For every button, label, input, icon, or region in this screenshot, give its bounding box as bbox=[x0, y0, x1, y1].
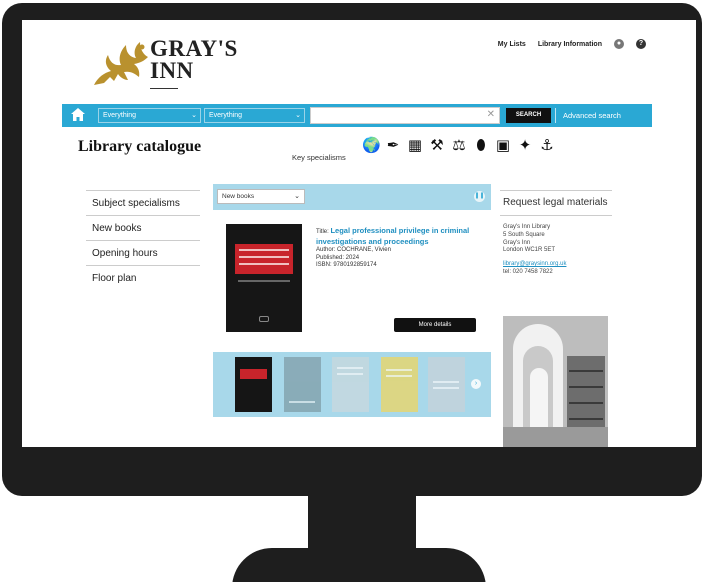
book-info: Title: Legal professional privilege in c… bbox=[316, 226, 486, 270]
book-author: Author: COCHRANE, Vivien bbox=[316, 247, 391, 253]
logo-title-line1: GRAY'S bbox=[150, 36, 238, 61]
right-column: Request legal materials Gray's Inn Libra… bbox=[500, 190, 612, 277]
help-icon[interactable]: ? bbox=[636, 39, 646, 49]
book-isbn: ISBN: 9780192859174 bbox=[316, 262, 377, 268]
browser-screen: GRAY'S INN My Lists Library Information … bbox=[22, 20, 696, 447]
type-select-value: Everything bbox=[209, 112, 243, 119]
library-information-link[interactable]: Library Information bbox=[538, 41, 602, 48]
monitor-frame: GRAY'S INN My Lists Library Information … bbox=[2, 3, 702, 496]
carousel-thumb[interactable] bbox=[428, 357, 465, 412]
my-lists-link[interactable]: My Lists bbox=[498, 41, 526, 48]
chevron-down-icon: ⌄ bbox=[191, 112, 197, 119]
monitor-stand-neck bbox=[308, 494, 416, 550]
nav-item-new-books[interactable]: New books bbox=[86, 216, 200, 241]
book-published: Published: 2024 bbox=[316, 254, 360, 261]
pause-icon[interactable]: ❚❚ bbox=[474, 191, 485, 202]
address-line: 5 South Square bbox=[503, 231, 545, 238]
carousel-thumb[interactable] bbox=[381, 357, 418, 412]
chevron-down-icon: ⌄ bbox=[294, 193, 300, 200]
nav-item-floor-plan[interactable]: Floor plan bbox=[86, 266, 200, 291]
advanced-search-link[interactable]: Advanced search bbox=[555, 108, 621, 123]
cover-subtitle bbox=[238, 280, 290, 282]
more-details-button[interactable]: More details bbox=[394, 318, 476, 332]
logo-underline bbox=[150, 88, 178, 89]
ship-icon[interactable]: ⚓ bbox=[538, 137, 556, 155]
carousel-thumb[interactable] bbox=[284, 357, 321, 412]
scope-select-value: Everything bbox=[103, 112, 137, 119]
request-legal-materials-link[interactable]: Request legal materials bbox=[500, 190, 612, 216]
logo-title-line2: INN bbox=[150, 58, 194, 83]
cover-title-block bbox=[235, 244, 293, 274]
books-select-bar: New books ⌄ ❚❚ bbox=[213, 184, 491, 210]
book-carousel: › bbox=[213, 352, 491, 417]
rugby-ball-icon[interactable]: ⬮ bbox=[472, 137, 490, 155]
search-bar: Everything ⌄ Everything ⌄ ✕ SEARCH Advan… bbox=[62, 104, 652, 127]
chevron-down-icon: ⌄ bbox=[295, 112, 301, 119]
logo-title: GRAY'S INN bbox=[150, 36, 238, 83]
search-input[interactable]: ✕ bbox=[310, 107, 500, 124]
publisher-logo-icon bbox=[259, 316, 269, 322]
top-links: My Lists Library Information ● ? bbox=[498, 39, 646, 49]
quill-icon[interactable]: ✒ bbox=[384, 137, 402, 155]
map-icon[interactable]: ▦ bbox=[406, 137, 424, 155]
film-camera-icon[interactable]: ▣ bbox=[494, 137, 512, 155]
nav-item-opening-hours[interactable]: Opening hours bbox=[86, 241, 200, 266]
left-nav: Subject specialisms New books Opening ho… bbox=[86, 190, 200, 291]
library-contact: library@graysinn.org.uk tel: 020 7458 78… bbox=[500, 261, 612, 277]
type-select[interactable]: Everything ⌄ bbox=[204, 108, 305, 123]
specialism-icons: 🌍 ✒ ▦ ⚒ ⚖ ⬮ ▣ ✦ ⚓ bbox=[362, 137, 556, 155]
address-line: London WC1R 5ET bbox=[503, 247, 556, 254]
scope-select[interactable]: Everything ⌄ bbox=[98, 108, 201, 123]
new-books-select[interactable]: New books ⌄ bbox=[217, 189, 305, 204]
nav-item-subject-specialisms[interactable]: Subject specialisms bbox=[86, 191, 200, 216]
tools-icon[interactable]: ⚒ bbox=[428, 137, 446, 155]
key-specialisms-label: Key specialisms bbox=[292, 153, 346, 162]
carousel-thumb[interactable] bbox=[332, 357, 369, 412]
search-button[interactable]: SEARCH bbox=[506, 108, 551, 123]
chevron-right-icon[interactable]: › bbox=[471, 379, 481, 389]
address-line: Gray's Inn Library bbox=[503, 224, 551, 230]
book-title-link[interactable]: Legal professional privilege in criminal… bbox=[316, 226, 469, 246]
new-books-select-value: New books bbox=[222, 193, 255, 200]
title-prefix: Title: bbox=[316, 229, 329, 235]
scales-icon[interactable]: ⚖ bbox=[450, 137, 468, 155]
clear-icon[interactable]: ✕ bbox=[487, 109, 495, 120]
page-title: Library catalogue bbox=[78, 138, 202, 155]
telephone: tel: 020 7458 7822 bbox=[503, 268, 553, 275]
library-photo bbox=[503, 316, 608, 447]
monitor-stand-base bbox=[232, 548, 486, 582]
address-line: Gray's Inn bbox=[503, 239, 531, 246]
globe-icon[interactable]: 🌍 bbox=[362, 137, 381, 155]
home-icon[interactable] bbox=[71, 108, 85, 121]
satellite-icon[interactable]: ✦ bbox=[516, 137, 534, 155]
user-icon[interactable]: ● bbox=[614, 39, 624, 49]
book-cover-image[interactable] bbox=[226, 224, 302, 332]
library-address: Gray's Inn Library 5 South Square Gray's… bbox=[500, 224, 612, 255]
email-link[interactable]: library@graysinn.org.uk bbox=[503, 261, 612, 269]
carousel-thumb[interactable] bbox=[235, 357, 272, 412]
